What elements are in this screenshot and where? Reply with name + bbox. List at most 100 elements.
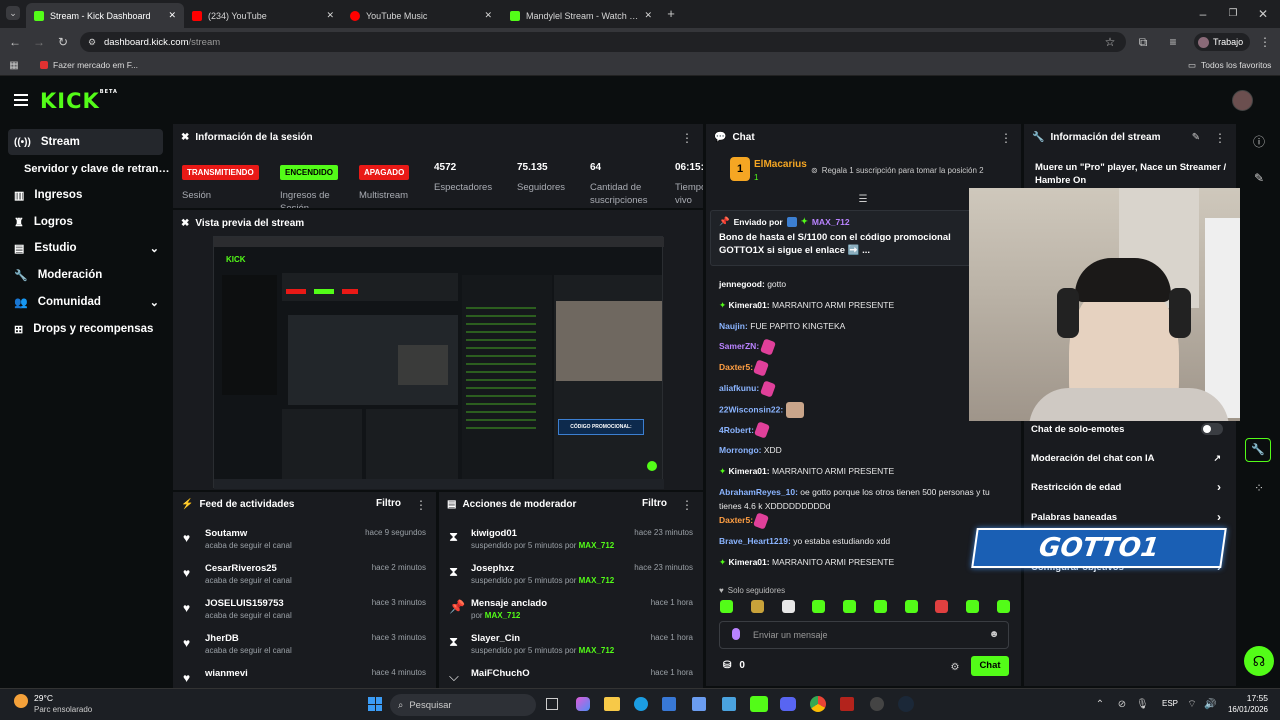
pinned-message[interactable]: 📌 Enviado por ✦ MAX_712 Bono de hasta el…	[710, 210, 976, 266]
feed-username[interactable]: wianmevi	[205, 668, 248, 679]
feed-item[interactable]: ♥ wianmevi hace 4 minutos	[173, 664, 436, 688]
taskbar-search[interactable]: ⌕ Pesquisar	[390, 694, 536, 716]
file-explorer-icon[interactable]	[604, 697, 620, 711]
mod-filter-button[interactable]: Filtro	[642, 498, 667, 509]
close-icon[interactable]: ✕	[326, 10, 334, 21]
feed-username[interactable]: JOSELUIS159753	[205, 598, 284, 609]
tab-youtube[interactable]: (234) YouTube ✕	[184, 3, 342, 28]
emote-icon[interactable]	[996, 600, 1010, 613]
moderation-tool-icon[interactable]: 🔧	[1245, 438, 1271, 462]
back-icon[interactable]: ←	[8, 34, 22, 50]
mod-action-title[interactable]: Josephxz	[471, 563, 514, 574]
layout-icon[interactable]: ⁘	[1252, 480, 1266, 496]
windows-start-icon[interactable]	[368, 697, 382, 711]
mod-action-title[interactable]: kiwigod01	[471, 528, 517, 539]
mod-action-by[interactable]: MAX_712	[579, 646, 615, 655]
chat-username[interactable]: Kimera01	[728, 300, 766, 310]
microphone-icon[interactable]: 🎙	[1136, 697, 1149, 713]
more-options-icon[interactable]: ⋮	[415, 497, 427, 513]
volume-icon[interactable]: 🔊	[1204, 697, 1216, 713]
bookmark-star-icon[interactable]: ☆	[1104, 34, 1116, 50]
minimize-icon[interactable]: –	[1196, 6, 1210, 22]
close-icon[interactable]: ✕	[484, 10, 492, 21]
session-revenue-status[interactable]: ENCENDIDO Ingresos de Sesión	[280, 162, 352, 208]
more-options-icon[interactable]: ⋮	[1214, 130, 1226, 146]
site-info-icon[interactable]: ⚙	[86, 34, 98, 50]
send-chat-button[interactable]: Chat	[971, 656, 1009, 676]
chat-username[interactable]: 22Wisconsin22	[719, 404, 780, 414]
emote-icon[interactable]	[720, 600, 733, 613]
chat-username[interactable]: Daxter5	[719, 515, 750, 525]
tab-mandylel-stream[interactable]: Mandylel Stream - Watch Live o ✕	[502, 3, 660, 28]
chat-username[interactable]: Daxter5	[719, 362, 750, 372]
sidebar-item-drops[interactable]: ⊞ Drops y recompensas	[8, 316, 163, 342]
new-tab-icon[interactable]: +	[664, 6, 678, 21]
channel-points[interactable]: ⛁ 0	[723, 660, 745, 671]
extensions-icon[interactable]: ⧉	[1136, 34, 1150, 50]
chat-username[interactable]: Brave_Heart1219	[719, 536, 788, 546]
gift-sub-button[interactable]: ⊚ Regala 1 suscripción para tomar la pos…	[811, 166, 984, 175]
top-gifter-name[interactable]: ElMacarius	[754, 159, 807, 170]
support-headset-icon[interactable]: ☊	[1244, 646, 1274, 676]
media-control-icon[interactable]: ≡	[1166, 34, 1180, 50]
emote-only-toggle[interactable]	[1201, 423, 1223, 435]
feed-item[interactable]: ♥ CesarRiveros25 acaba de seguir el cana…	[173, 559, 436, 594]
age-restriction-setting[interactable]: Restricción de edad ›	[1031, 477, 1231, 497]
emote-icon[interactable]	[781, 600, 795, 613]
sidebar-item-ingresos[interactable]: ▥ Ingresos	[8, 182, 163, 208]
sidebar-item-estudio[interactable]: ▤ Estudio ⌄	[8, 235, 163, 261]
window-close-icon[interactable]: ✕	[1256, 6, 1270, 22]
more-options-icon[interactable]: ⋮	[681, 497, 693, 513]
chat-message[interactable]: aliafkunu:	[719, 380, 1011, 402]
chat-username[interactable]: jennegood	[719, 279, 762, 289]
close-icon[interactable]: ✕	[168, 10, 176, 21]
mod-action-title[interactable]: Slayer_Cin	[471, 633, 520, 644]
app-icon[interactable]	[722, 697, 736, 711]
sidebar-item-logros[interactable]: ♜ Logros	[8, 209, 163, 235]
tab-search-icon[interactable]: ⌄	[6, 6, 20, 20]
tab-kick-dashboard[interactable]: Stream - Kick Dashboard ✕	[26, 3, 184, 28]
user-avatar[interactable]	[1232, 90, 1253, 111]
wifi-icon[interactable]: ⌔	[1186, 697, 1198, 713]
feed-username[interactable]: JherDB	[205, 633, 239, 644]
close-icon[interactable]: ✕	[644, 10, 652, 21]
chat-username[interactable]: Kimera01	[728, 466, 766, 476]
feed-item[interactable]: ♥ Soutamw acaba de seguir el canal hace …	[173, 524, 436, 559]
edit-icon[interactable]: ✎	[1252, 170, 1266, 186]
sidebar-item-moderacion[interactable]: 🔧 Moderación	[8, 262, 163, 288]
chat-username[interactable]: 4Robert	[719, 425, 751, 435]
hamburger-menu-icon[interactable]	[14, 94, 28, 106]
mod-action-item[interactable]: 📌 Mensaje anclado por MAX_712 hace 1 hor…	[439, 594, 703, 629]
chat-message[interactable]: ✦ Kimera01: MARRANITO ARMI PRESENTE	[719, 555, 1011, 576]
chat-message[interactable]: ✦ Kimera01: MARRANITO ARMI PRESENTE	[719, 464, 1011, 485]
mod-action-title[interactable]: Mensaje anclado	[471, 598, 547, 609]
mod-action-by[interactable]: MAX_712	[579, 541, 615, 550]
feed-filter-button[interactable]: Filtro	[376, 498, 401, 509]
chat-username[interactable]: AbrahamReyes_10	[719, 487, 795, 497]
game-app-icon[interactable]	[870, 697, 884, 711]
emote-icon[interactable]	[935, 600, 949, 613]
banned-words-setting[interactable]: Palabras baneadas ›	[1031, 507, 1231, 527]
photos-icon[interactable]	[692, 697, 706, 711]
feed-item[interactable]: ♥ JOSELUIS159753 acaba de seguir el cana…	[173, 594, 436, 629]
omnibox[interactable]: ⚙ dashboard.kick.com/stream ☆	[80, 32, 1126, 52]
emote-icon[interactable]	[904, 600, 918, 613]
collapse-icon[interactable]: ☰	[856, 192, 870, 208]
emote-icon[interactable]	[966, 600, 980, 613]
multistream-status[interactable]: APAGADO Multistream	[359, 162, 439, 202]
steam-icon[interactable]	[898, 696, 914, 712]
feed-item[interactable]: ♥ JherDB acaba de seguir el canal hace 3…	[173, 629, 436, 664]
tray-overflow-icon[interactable]: ⌃	[1094, 697, 1106, 713]
mod-action-item[interactable]: ⌵ MaiFChuchO hace 1 hora	[439, 664, 703, 688]
kick-app-icon[interactable]	[750, 696, 768, 712]
bookmark-item[interactable]: Fazer mercado em F...	[40, 60, 138, 70]
chat-message[interactable]: 22Wisconsin22:	[719, 401, 1011, 423]
chat-input[interactable]: Enviar un mensaje ☻	[719, 621, 1009, 649]
edge-icon[interactable]	[634, 697, 648, 711]
chat-message[interactable]: ✦ Kimera01: MARRANITO ARMI PRESENTE	[719, 298, 1011, 319]
dota-icon[interactable]	[840, 697, 854, 711]
tab-youtube-music[interactable]: YouTube Music ✕	[342, 3, 500, 28]
chat-message[interactable]: SamerZN:	[719, 338, 1011, 360]
reload-icon[interactable]: ↻	[56, 34, 70, 50]
chat-username[interactable]: Morrongo	[719, 445, 759, 455]
